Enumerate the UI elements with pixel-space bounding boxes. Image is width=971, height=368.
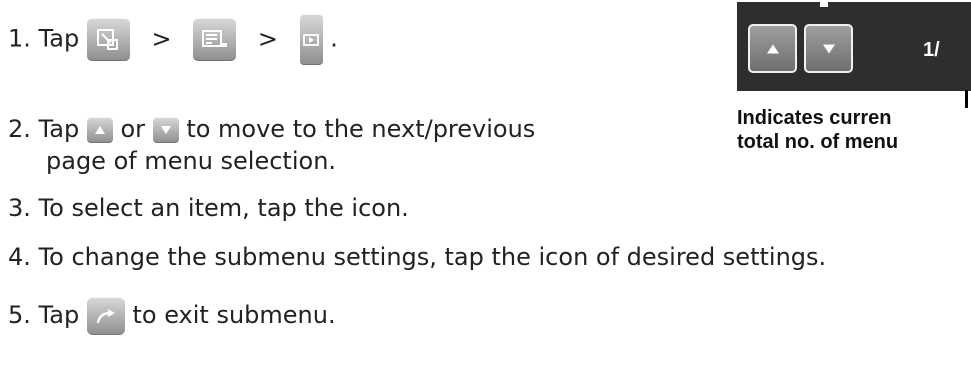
callout-line-2: total no. of menu xyxy=(737,131,899,153)
callout-line-1: Indicates curren xyxy=(737,107,892,129)
page-indicator-leader-line xyxy=(965,90,968,108)
page-down-triangle xyxy=(160,126,171,134)
panel-top-line xyxy=(737,0,971,2)
step-2-line-2: page of menu selection. xyxy=(46,147,337,175)
menu-list-icon[interactable] xyxy=(193,18,237,61)
step-5-number: 5. xyxy=(8,301,31,329)
step-2-description: to move to the next/previous xyxy=(186,115,536,143)
menu-list-glyph xyxy=(201,29,227,47)
step-1: 1. Tap > > . xyxy=(8,14,338,65)
page-down-icon[interactable] xyxy=(152,117,179,143)
playback-glyph xyxy=(303,33,320,46)
step-3: 3. To select an item, tap the icon. xyxy=(8,193,409,223)
step-3-number: 3. xyxy=(8,194,31,222)
page-up-triangle xyxy=(94,126,105,134)
panel-down-arrow-icon xyxy=(822,44,835,53)
page-indicator-callout: Indicates curren total no. of menu xyxy=(737,106,898,154)
step-2-tap-label: Tap xyxy=(38,115,80,143)
playback-icon[interactable] xyxy=(299,14,323,65)
exit-submenu-icon[interactable] xyxy=(86,297,125,335)
step-4-text: To change the submenu settings, tap the … xyxy=(38,243,827,271)
panel-page-down-button[interactable] xyxy=(804,24,853,73)
step-1-separator-1: > xyxy=(151,24,172,53)
mode-select-glyph xyxy=(97,28,119,50)
page-indicator: 1/ xyxy=(923,39,940,61)
step-1-separator-2: > xyxy=(257,24,278,53)
mode-select-icon[interactable] xyxy=(86,18,130,61)
panel-page-up-button[interactable] xyxy=(748,24,797,73)
step-4: 4. To change the submenu settings, tap t… xyxy=(8,242,826,272)
step-1-tap-label: Tap xyxy=(38,24,80,53)
page-up-icon[interactable] xyxy=(86,117,113,143)
panel-up-arrow-icon xyxy=(766,44,779,53)
step-5-text: to exit submenu. xyxy=(132,301,336,329)
step-5: 5. Tap to exit submenu. xyxy=(8,297,336,335)
step-2-or-label: or xyxy=(120,115,146,143)
step-1-number: 1. xyxy=(8,24,31,53)
step-2-number: 2. xyxy=(8,115,31,143)
exit-submenu-glyph xyxy=(96,309,115,324)
panel-notch xyxy=(820,0,828,7)
step-5-tap-label: Tap xyxy=(38,301,80,329)
step-3-text: To select an item, tap the icon. xyxy=(38,194,409,222)
step-2-line-1: 2. Tap or to move to the next/previous xyxy=(8,114,535,144)
step-1-period: . xyxy=(330,24,338,53)
step-4-number: 4. xyxy=(8,243,31,271)
